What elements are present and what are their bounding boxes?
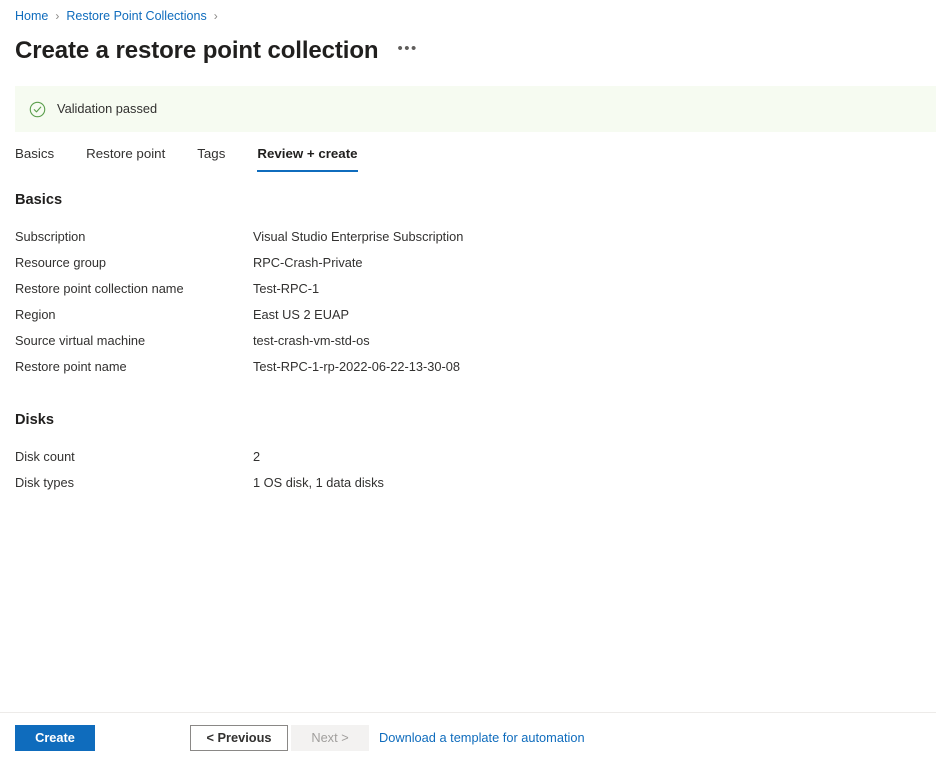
- tab-review-create[interactable]: Review + create: [257, 145, 358, 172]
- summary-value: East US 2 EUAP: [253, 307, 350, 322]
- create-button[interactable]: Create: [15, 724, 95, 751]
- review-summary: Basics Subscription Visual Studio Enterp…: [15, 190, 936, 500]
- page-title: Create a restore point collection: [15, 37, 379, 64]
- summary-value: Test-RPC-1-rp-2022-06-22-13-30-08: [253, 359, 460, 374]
- summary-value: Visual Studio Enterprise Subscription: [253, 229, 464, 244]
- summary-row-source-vm: Source virtual machine test-crash-vm-std…: [15, 332, 936, 358]
- summary-row-region: Region East US 2 EUAP: [15, 306, 936, 332]
- summary-label: Resource group: [15, 255, 107, 270]
- wizard-footer: Create < Previous Next > Download a temp…: [0, 713, 936, 762]
- breadcrumb-separator-icon: ›: [213, 9, 218, 23]
- page-header: Create a restore point collection •••: [0, 26, 936, 68]
- next-button: Next >: [291, 724, 369, 751]
- tab-tags[interactable]: Tags: [197, 145, 225, 172]
- summary-label: Restore point name: [15, 359, 127, 374]
- summary-value: RPC-Crash-Private: [253, 255, 363, 270]
- summary-value: test-crash-vm-std-os: [253, 333, 370, 348]
- wizard-tabs: Basics Restore point Tags Review + creat…: [15, 144, 390, 172]
- section-disks: Disks Disk count 2 Disk types 1 OS disk,…: [15, 410, 936, 500]
- summary-row-subscription: Subscription Visual Studio Enterprise Su…: [15, 228, 936, 254]
- section-basics: Basics Subscription Visual Studio Enterp…: [15, 190, 936, 384]
- summary-row-disk-count: Disk count 2: [15, 448, 936, 474]
- summary-label: Subscription: [15, 229, 86, 244]
- summary-row-restore-point-name: Restore point name Test-RPC-1-rp-2022-06…: [15, 358, 936, 384]
- download-template-link[interactable]: Download a template for automation: [379, 729, 585, 747]
- section-title-disks: Disks: [15, 412, 54, 428]
- validation-banner: Validation passed: [15, 86, 936, 132]
- summary-label: Restore point collection name: [15, 281, 184, 296]
- tab-restore-point[interactable]: Restore point: [86, 145, 165, 172]
- summary-label: Disk count: [15, 449, 75, 464]
- validation-status-text: Validation passed: [57, 101, 158, 116]
- section-title-basics: Basics: [15, 192, 63, 208]
- breadcrumb-separator-icon: ›: [55, 9, 60, 23]
- summary-label: Region: [15, 307, 56, 322]
- summary-row-disk-types: Disk types 1 OS disk, 1 data disks: [15, 474, 936, 500]
- previous-button[interactable]: < Previous: [190, 724, 288, 751]
- summary-value: 1 OS disk, 1 data disks: [253, 475, 384, 490]
- summary-row-resource-group: Resource group RPC-Crash-Private: [15, 254, 936, 280]
- summary-label: Disk types: [15, 475, 75, 490]
- more-options-icon[interactable]: •••: [394, 40, 420, 63]
- breadcrumb: Home › Restore Point Collections ›: [0, 0, 936, 26]
- summary-row-collection-name: Restore point collection name Test-RPC-1: [15, 280, 936, 306]
- check-circle-icon: [29, 101, 46, 117]
- tab-basics[interactable]: Basics: [15, 145, 54, 172]
- summary-value: 2: [253, 449, 261, 464]
- breadcrumb-item-home[interactable]: Home: [15, 7, 48, 25]
- summary-label: Source virtual machine: [15, 333, 146, 348]
- breadcrumb-item-restore-point-collections[interactable]: Restore Point Collections: [66, 7, 206, 25]
- summary-value: Test-RPC-1: [253, 281, 320, 296]
